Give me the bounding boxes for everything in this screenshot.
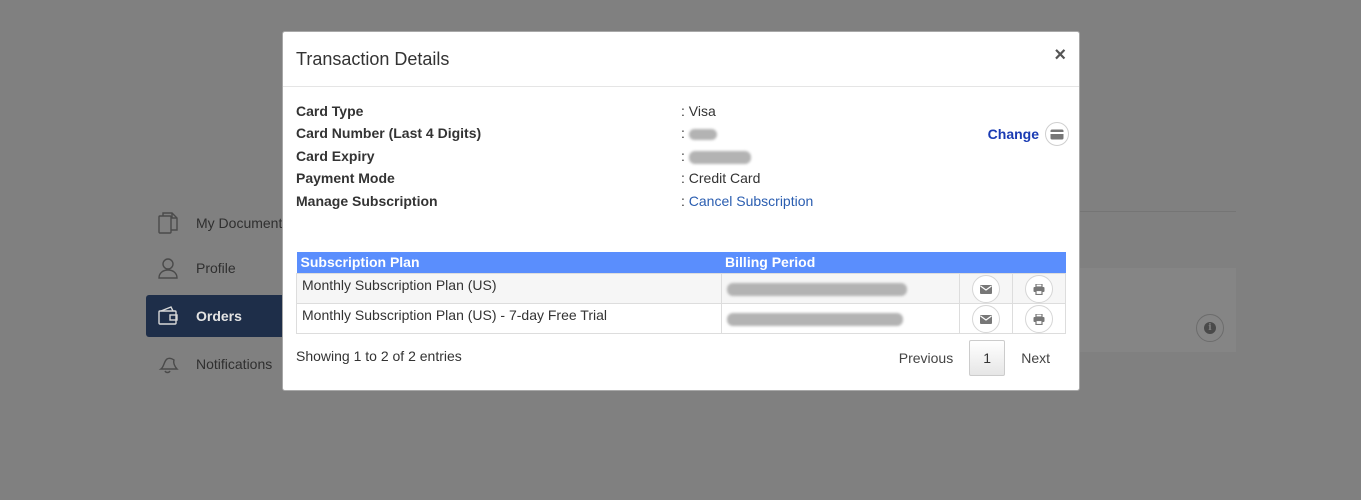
sidebar-item-my-documents[interactable]: My Documents (146, 202, 296, 244)
envelope-icon (979, 284, 992, 294)
sidebar-item-profile[interactable]: Profile (146, 247, 296, 289)
email-button[interactable] (971, 305, 1000, 333)
detail-value-prefix: : (681, 193, 689, 209)
detail-label: Card Expiry (296, 148, 375, 164)
sidebar-item-label: Orders (196, 308, 242, 324)
detail-value-wrapper: : Cancel Subscription (681, 191, 813, 211)
detail-value: : Visa (681, 103, 716, 119)
redacted-value (726, 312, 903, 326)
email-button[interactable] (971, 275, 1000, 303)
printer-icon (1033, 283, 1045, 295)
sidebar-item-label: Profile (196, 260, 236, 276)
email-cell (958, 303, 1013, 334)
detail-label: Payment Mode (296, 170, 395, 186)
info-icon[interactable]: i (1196, 314, 1224, 342)
sidebar-item-notifications[interactable]: Notifications (146, 343, 296, 385)
change-card-button[interactable]: Change (988, 122, 1069, 146)
redacted-value (726, 282, 907, 296)
user-icon (155, 255, 181, 281)
detail-value: : Credit Card (681, 170, 761, 186)
detail-value-wrapper: : (681, 123, 717, 143)
billing-period-cell (720, 273, 960, 304)
redacted-value (688, 150, 751, 164)
detail-value-wrapper: : (681, 146, 751, 166)
previous-page-button[interactable]: Previous (883, 340, 969, 376)
detail-value: : (681, 125, 685, 141)
print-button[interactable] (1024, 275, 1053, 303)
printer-icon (1033, 313, 1045, 325)
sidebar-item-label: Notifications (196, 356, 273, 372)
document-icon (155, 210, 181, 236)
detail-label: Manage Subscription (296, 193, 438, 209)
wallet-icon (155, 303, 181, 329)
bell-icon (155, 351, 181, 377)
sidebar-item-label: My Documents (196, 215, 290, 231)
subscription-table: Subscription Plan Billing Period Monthly… (296, 252, 1067, 334)
modal-header: Transaction Details × (283, 32, 1079, 87)
table-row: Monthly Subscription Plan (US) (296, 273, 1067, 304)
column-header (959, 252, 1013, 274)
page-1-button[interactable]: 1 (969, 340, 1006, 376)
detail-label: Card Type (296, 103, 364, 119)
redacted-value (688, 128, 717, 140)
modal-title: Transaction Details (296, 49, 450, 69)
close-button[interactable]: × (1054, 45, 1066, 65)
email-cell (958, 273, 1013, 304)
billing-period-cell (720, 303, 960, 334)
column-header (1012, 252, 1066, 274)
table-header-row: Subscription Plan Billing Period (296, 252, 1066, 274)
envelope-icon (979, 314, 992, 324)
cancel-subscription-link[interactable]: Cancel Subscription (689, 193, 814, 209)
sidebar-item-orders[interactable]: Orders (146, 295, 296, 337)
column-header[interactable]: Billing Period (721, 252, 960, 274)
detail-value: : (681, 148, 685, 164)
print-button[interactable] (1024, 305, 1053, 333)
plan-cell: Monthly Subscription Plan (US) - 7-day F… (296, 303, 722, 334)
change-label: Change (987, 126, 1039, 142)
entries-info: Showing 1 to 2 of 2 entries (296, 348, 462, 364)
print-cell (1011, 303, 1067, 334)
next-page-button[interactable]: Next (1005, 340, 1066, 376)
transaction-details-modal: Transaction Details × Card Type : Visa C… (282, 31, 1080, 391)
credit-card-icon (1045, 122, 1069, 146)
pagination: Previous 1 Next (883, 340, 1066, 376)
print-cell (1011, 273, 1067, 304)
column-header[interactable]: Subscription Plan (296, 252, 722, 274)
plan-cell: Monthly Subscription Plan (US) (296, 273, 722, 304)
detail-label: Card Number (Last 4 Digits) (296, 125, 482, 141)
table-row: Monthly Subscription Plan (US) - 7-day F… (296, 303, 1067, 334)
